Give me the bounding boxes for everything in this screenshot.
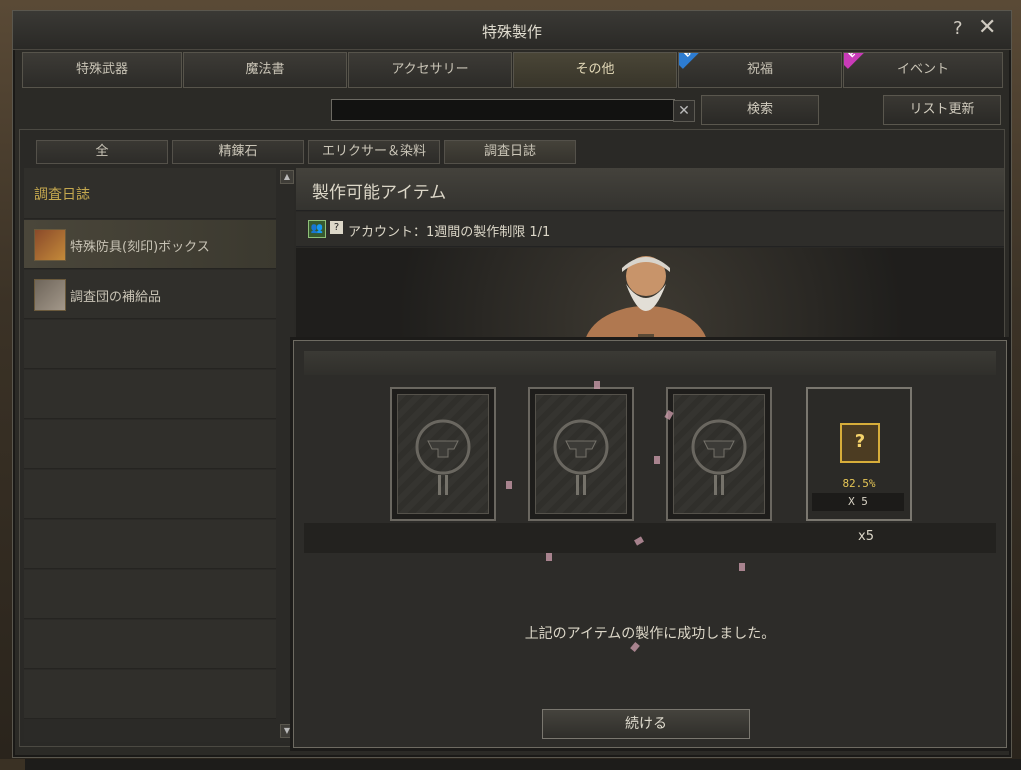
confetti <box>654 456 660 464</box>
crafting-result-dialog: ? 82.5% X 5 x5 上記のアイテムの製作に成功しました。 続ける <box>293 340 1007 748</box>
anvil-icon <box>691 419 747 495</box>
tab-spellbooks[interactable]: 魔法書 <box>183 52 347 88</box>
bottom-strip <box>25 759 1021 770</box>
tab-accessories[interactable]: アクセサリー <box>348 52 512 88</box>
category-tabs: 特殊武器 魔法書 アクセサリー その他 BLESS 祝福 EVENT イベント <box>22 52 1003 88</box>
confetti <box>506 481 512 489</box>
result-item-card[interactable]: ? 82.5% X 5 <box>806 387 912 521</box>
crate-icon <box>34 279 66 311</box>
success-rate: 82.5% <box>842 477 876 490</box>
empty-list-row <box>24 520 276 569</box>
subtab-refining-stone[interactable]: 精錬石 <box>172 140 304 164</box>
window-title: 特殊製作 <box>481 23 542 41</box>
subtab-elixir-dye[interactable]: エリクサー＆染料 <box>308 140 440 164</box>
confetti <box>594 381 600 389</box>
search-input[interactable] <box>331 99 675 121</box>
empty-list-row <box>24 620 276 669</box>
bless-badge: BLESS <box>679 53 719 69</box>
event-badge: EVENT <box>844 53 884 69</box>
empty-list-row <box>24 470 276 519</box>
scroll-down-arrow[interactable]: ▼ <box>280 724 294 738</box>
tab-blessing-label: 祝福 <box>746 62 773 77</box>
npc-portrait-area <box>296 248 1004 340</box>
panel-header: 製作可能アイテム <box>296 168 1004 211</box>
list-item-label: 特殊防具(刻印)ボックス <box>70 240 210 255</box>
result-count: X 5 <box>812 493 904 511</box>
tab-blessing[interactable]: BLESS 祝福 <box>678 52 842 88</box>
list-item-supply[interactable]: 調査団の補給品 <box>24 270 276 319</box>
scroll-up-arrow[interactable]: ▲ <box>280 170 294 184</box>
confetti <box>630 642 640 652</box>
refresh-list-button[interactable]: リスト更新 <box>883 95 1001 125</box>
account-icon: 👥 <box>308 220 326 238</box>
subtab-research-journal[interactable]: 調査日誌 <box>444 140 576 164</box>
anvil-icon <box>553 419 609 495</box>
anvil-icon <box>415 419 471 495</box>
close-icon[interactable]: ✕ <box>978 15 996 40</box>
material-card <box>666 387 772 521</box>
list-category-header[interactable]: 調査日誌 <box>24 168 276 219</box>
question-icon[interactable]: ? <box>330 221 343 234</box>
tab-special-weapons[interactable]: 特殊武器 <box>22 52 182 88</box>
empty-list-row <box>24 670 276 719</box>
help-icon[interactable]: ? <box>953 18 963 39</box>
craftsman-npc-illustration <box>586 256 706 340</box>
continue-button[interactable]: 続ける <box>542 709 750 739</box>
tab-event[interactable]: EVENT イベント <box>843 52 1003 88</box>
success-message: 上記のアイテムの製作に成功しました。 <box>524 626 776 642</box>
material-card <box>390 387 496 521</box>
quantity-multiplier: x5 <box>858 529 874 544</box>
empty-list-row <box>24 420 276 469</box>
material-card <box>528 387 634 521</box>
list-item-special-armor-box[interactable]: 特殊防具(刻印)ボックス <box>24 220 276 269</box>
confetti <box>739 563 745 571</box>
search-row: ✕ 検索 リスト更新 <box>13 94 1011 126</box>
clear-search-button[interactable]: ✕ <box>673 100 695 122</box>
tab-other[interactable]: その他 <box>513 52 677 88</box>
confetti <box>546 553 552 561</box>
window-titlebar[interactable]: 特殊製作 ? ✕ <box>13 11 1011 50</box>
search-button[interactable]: 検索 <box>701 95 819 125</box>
account-limit-text: アカウント：1週間の製作制限 1/1 <box>348 225 551 240</box>
list-item-label: 調査団の補給品 <box>70 290 162 305</box>
empty-list-row <box>24 370 276 419</box>
subtab-all[interactable]: 全 <box>36 140 168 164</box>
panel-title: 製作可能アイテム <box>312 183 447 203</box>
dialog-header-bar <box>304 351 996 375</box>
recipe-list: 調査日誌 特殊防具(刻印)ボックス 調査団の補給品 ▲ ▼ <box>24 168 294 742</box>
chest-icon <box>34 229 66 261</box>
account-limit-row: 👥 ? アカウント：1週間の製作制限 1/1 <box>296 212 1004 247</box>
tab-event-label: イベント <box>896 62 949 77</box>
unknown-item-icon: ? <box>840 423 880 463</box>
list-category-title: 調査日誌 <box>34 187 90 203</box>
quantity-bar: x5 <box>304 523 996 553</box>
empty-list-row <box>24 570 276 619</box>
empty-list-row <box>24 320 276 369</box>
